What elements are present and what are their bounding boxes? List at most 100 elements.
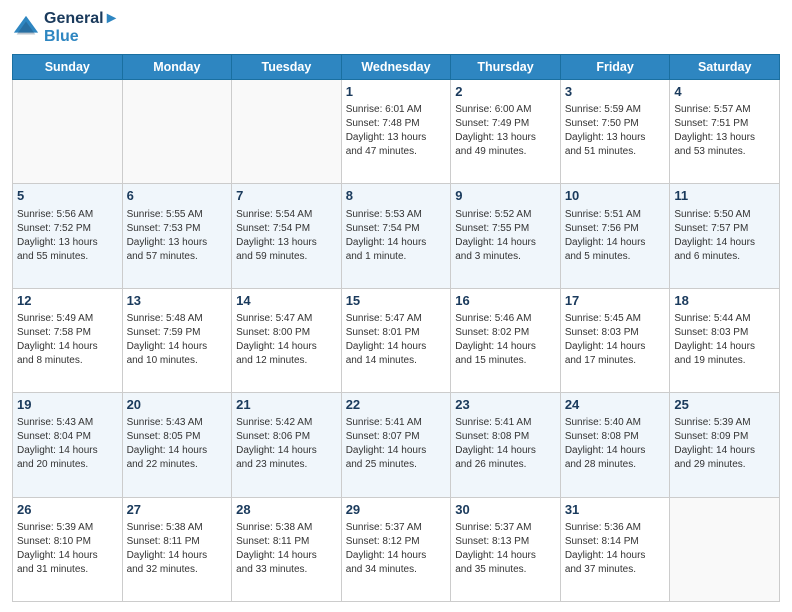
calendar-cell: 8Sunrise: 5:53 AMSunset: 7:54 PMDaylight… (341, 184, 451, 288)
day-info-line: and 51 minutes. (565, 145, 666, 159)
calendar-cell: 17Sunrise: 5:45 AMSunset: 8:03 PMDayligh… (560, 288, 670, 392)
day-info-line: and 37 minutes. (565, 563, 666, 577)
day-number: 25 (674, 396, 775, 414)
day-info-line: Sunrise: 5:47 AM (236, 312, 337, 326)
calendar-cell: 26Sunrise: 5:39 AMSunset: 8:10 PMDayligh… (13, 497, 123, 601)
day-info-line: Sunset: 7:55 PM (455, 222, 556, 236)
calendar-cell: 28Sunrise: 5:38 AMSunset: 8:11 PMDayligh… (232, 497, 342, 601)
calendar-cell: 16Sunrise: 5:46 AMSunset: 8:02 PMDayligh… (451, 288, 561, 392)
day-info-line: Sunrise: 5:37 AM (455, 521, 556, 535)
calendar-cell: 3Sunrise: 5:59 AMSunset: 7:50 PMDaylight… (560, 80, 670, 184)
day-info-line: and 26 minutes. (455, 458, 556, 472)
day-info-line: and 53 minutes. (674, 145, 775, 159)
weekday-header-monday: Monday (122, 55, 232, 80)
day-info-line: Daylight: 13 hours (127, 236, 228, 250)
calendar-week-row: 12Sunrise: 5:49 AMSunset: 7:58 PMDayligh… (13, 288, 780, 392)
day-info-line: Daylight: 14 hours (565, 236, 666, 250)
day-number: 18 (674, 292, 775, 310)
logo-text: General► Blue (44, 10, 119, 46)
day-info-line: and 19 minutes. (674, 354, 775, 368)
day-info-line: Sunrise: 5:42 AM (236, 416, 337, 430)
day-number: 27 (127, 501, 228, 519)
calendar-week-row: 26Sunrise: 5:39 AMSunset: 8:10 PMDayligh… (13, 497, 780, 601)
day-info-line: and 35 minutes. (455, 563, 556, 577)
day-number: 16 (455, 292, 556, 310)
day-info-line: Daylight: 14 hours (17, 340, 118, 354)
calendar-cell: 1Sunrise: 6:01 AMSunset: 7:48 PMDaylight… (341, 80, 451, 184)
day-info-line: and 3 minutes. (455, 250, 556, 264)
day-info-line: and 14 minutes. (346, 354, 447, 368)
day-info-line: Sunset: 8:04 PM (17, 430, 118, 444)
day-number: 17 (565, 292, 666, 310)
day-info-line: and 6 minutes. (674, 250, 775, 264)
calendar-cell: 27Sunrise: 5:38 AMSunset: 8:11 PMDayligh… (122, 497, 232, 601)
day-info-line: Daylight: 14 hours (17, 444, 118, 458)
day-number: 5 (17, 187, 118, 205)
day-info-line: and 1 minute. (346, 250, 447, 264)
day-info-line: Sunset: 8:03 PM (674, 326, 775, 340)
calendar-cell: 30Sunrise: 5:37 AMSunset: 8:13 PMDayligh… (451, 497, 561, 601)
calendar-cell: 9Sunrise: 5:52 AMSunset: 7:55 PMDaylight… (451, 184, 561, 288)
day-info-line: and 28 minutes. (565, 458, 666, 472)
calendar-table: SundayMondayTuesdayWednesdayThursdayFrid… (12, 54, 780, 602)
day-number: 19 (17, 396, 118, 414)
day-info-line: Sunset: 7:48 PM (346, 117, 447, 131)
calendar-cell: 15Sunrise: 5:47 AMSunset: 8:01 PMDayligh… (341, 288, 451, 392)
calendar-cell: 14Sunrise: 5:47 AMSunset: 8:00 PMDayligh… (232, 288, 342, 392)
day-info-line: Daylight: 14 hours (236, 340, 337, 354)
day-info-line: Sunrise: 5:50 AM (674, 208, 775, 222)
day-info-line: and 55 minutes. (17, 250, 118, 264)
day-info-line: Sunset: 8:07 PM (346, 430, 447, 444)
day-info-line: Daylight: 13 hours (455, 131, 556, 145)
day-number: 12 (17, 292, 118, 310)
day-info-line: Daylight: 13 hours (674, 131, 775, 145)
page: General► Blue SundayMondayTuesdayWednesd… (0, 0, 792, 612)
day-info-line: Daylight: 14 hours (455, 549, 556, 563)
day-info-line: and 32 minutes. (127, 563, 228, 577)
calendar-cell: 31Sunrise: 5:36 AMSunset: 8:14 PMDayligh… (560, 497, 670, 601)
day-info-line: and 47 minutes. (346, 145, 447, 159)
day-number: 23 (455, 396, 556, 414)
day-info-line: Sunset: 7:54 PM (346, 222, 447, 236)
day-number: 31 (565, 501, 666, 519)
day-info-line: Daylight: 14 hours (127, 340, 228, 354)
day-info-line: Sunset: 8:12 PM (346, 535, 447, 549)
calendar-cell (232, 80, 342, 184)
day-info-line: and 20 minutes. (17, 458, 118, 472)
day-info-line: Sunset: 8:09 PM (674, 430, 775, 444)
day-number: 14 (236, 292, 337, 310)
day-info-line: Sunset: 7:54 PM (236, 222, 337, 236)
header: General► Blue (12, 10, 780, 46)
day-info-line: Sunrise: 5:53 AM (346, 208, 447, 222)
day-number: 29 (346, 501, 447, 519)
day-info-line: Daylight: 14 hours (455, 236, 556, 250)
day-info-line: and 8 minutes. (17, 354, 118, 368)
day-info-line: Sunset: 8:13 PM (455, 535, 556, 549)
day-info-line: Sunset: 8:10 PM (17, 535, 118, 549)
day-info-line: Sunset: 8:08 PM (565, 430, 666, 444)
day-info-line: Daylight: 14 hours (127, 549, 228, 563)
day-info-line: Sunset: 8:06 PM (236, 430, 337, 444)
day-info-line: and 23 minutes. (236, 458, 337, 472)
calendar-cell: 20Sunrise: 5:43 AMSunset: 8:05 PMDayligh… (122, 393, 232, 497)
logo-icon (12, 14, 40, 42)
day-number: 9 (455, 187, 556, 205)
day-number: 6 (127, 187, 228, 205)
day-number: 21 (236, 396, 337, 414)
calendar-cell: 18Sunrise: 5:44 AMSunset: 8:03 PMDayligh… (670, 288, 780, 392)
day-number: 4 (674, 83, 775, 101)
calendar-cell: 25Sunrise: 5:39 AMSunset: 8:09 PMDayligh… (670, 393, 780, 497)
calendar-cell: 24Sunrise: 5:40 AMSunset: 8:08 PMDayligh… (560, 393, 670, 497)
day-number: 13 (127, 292, 228, 310)
day-info-line: and 5 minutes. (565, 250, 666, 264)
day-info-line: Sunset: 8:05 PM (127, 430, 228, 444)
calendar-cell: 21Sunrise: 5:42 AMSunset: 8:06 PMDayligh… (232, 393, 342, 497)
day-info-line: Daylight: 13 hours (17, 236, 118, 250)
calendar-cell: 5Sunrise: 5:56 AMSunset: 7:52 PMDaylight… (13, 184, 123, 288)
day-info-line: Daylight: 13 hours (565, 131, 666, 145)
calendar-cell: 7Sunrise: 5:54 AMSunset: 7:54 PMDaylight… (232, 184, 342, 288)
day-info-line: Sunrise: 5:44 AM (674, 312, 775, 326)
calendar-cell (670, 497, 780, 601)
day-number: 28 (236, 501, 337, 519)
day-info-line: Sunrise: 5:37 AM (346, 521, 447, 535)
